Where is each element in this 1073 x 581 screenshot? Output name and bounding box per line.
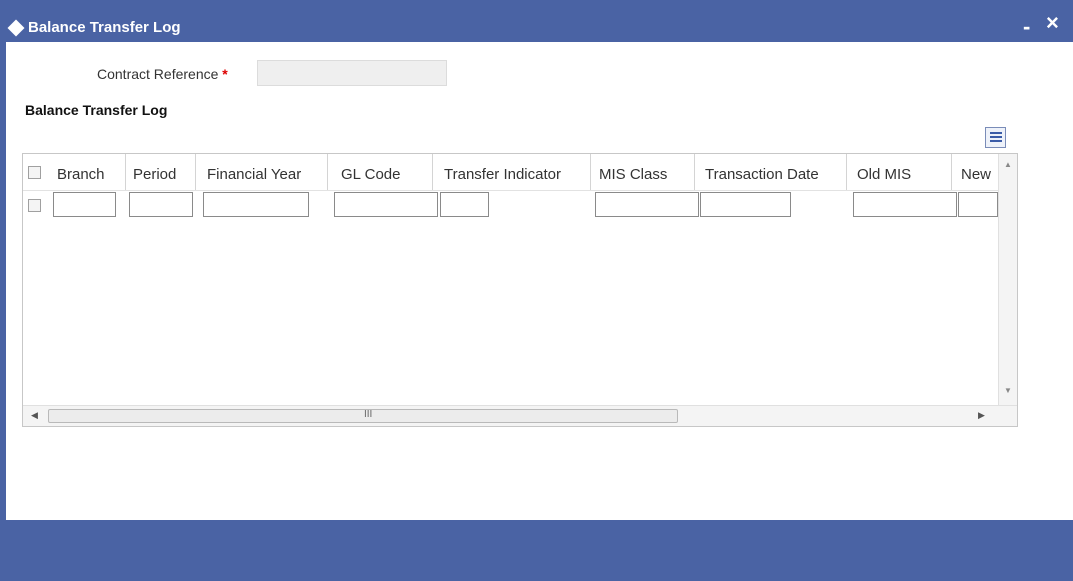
column-header-old-mis: Old MIS (857, 166, 912, 183)
column-header-gl-code: GL Code (341, 166, 401, 183)
column-header-branch: Branch (57, 166, 105, 183)
balance-transfer-grid: Branch Period Financial Year GL Code Tra… (22, 153, 1018, 427)
window-title-bar: Balance Transfer Log - × (0, 0, 1073, 42)
section-title: Balance Transfer Log (25, 102, 168, 118)
column-header-new: New (961, 166, 992, 183)
window-footer (0, 520, 1073, 581)
scroll-up-icon[interactable]: ▲ (1004, 160, 1012, 169)
diamond-icon (7, 19, 25, 37)
column-header-period: Period (133, 166, 177, 183)
scroll-right-icon[interactable]: ▶ (978, 410, 985, 421)
scroll-left-icon[interactable]: ◀ (31, 410, 38, 421)
mis-class-input[interactable] (595, 192, 699, 217)
contract-reference-input[interactable] (257, 60, 447, 86)
row-checkbox[interactable] (28, 199, 41, 212)
transfer-indicator-input[interactable] (440, 192, 489, 217)
column-header-transaction-date: Transaction Date (705, 166, 819, 183)
branch-input[interactable] (53, 192, 116, 217)
window-left-border (0, 42, 6, 520)
single-view-icon[interactable] (985, 127, 1006, 148)
scrollbar-grip: III (364, 409, 373, 420)
minimize-button[interactable]: - (1023, 14, 1030, 40)
window-title: Balance Transfer Log (28, 19, 181, 36)
column-header-financial-year: Financial Year (207, 166, 302, 183)
column-header-mis-class: MIS Class (599, 166, 668, 183)
old-mis-input[interactable] (853, 192, 957, 217)
contract-reference-label: Contract Reference * (97, 66, 228, 82)
gl-code-input[interactable] (334, 192, 438, 217)
required-marker: * (222, 66, 228, 82)
financial-year-input[interactable] (203, 192, 309, 217)
period-input[interactable] (129, 192, 193, 217)
select-all-checkbox[interactable] (28, 166, 41, 179)
scrollbar-thumb[interactable]: III (48, 409, 678, 423)
transaction-date-input[interactable] (700, 192, 791, 217)
close-button[interactable]: × (1046, 10, 1059, 36)
horizontal-scrollbar[interactable]: ◀ III ▶ (23, 405, 1017, 426)
scroll-down-icon[interactable]: ▼ (1004, 386, 1012, 395)
column-header-transfer-indicator: Transfer Indicator (444, 166, 561, 183)
new-mis-input[interactable] (958, 192, 998, 217)
vertical-scrollbar[interactable]: ▲ ▼ (998, 154, 1017, 405)
